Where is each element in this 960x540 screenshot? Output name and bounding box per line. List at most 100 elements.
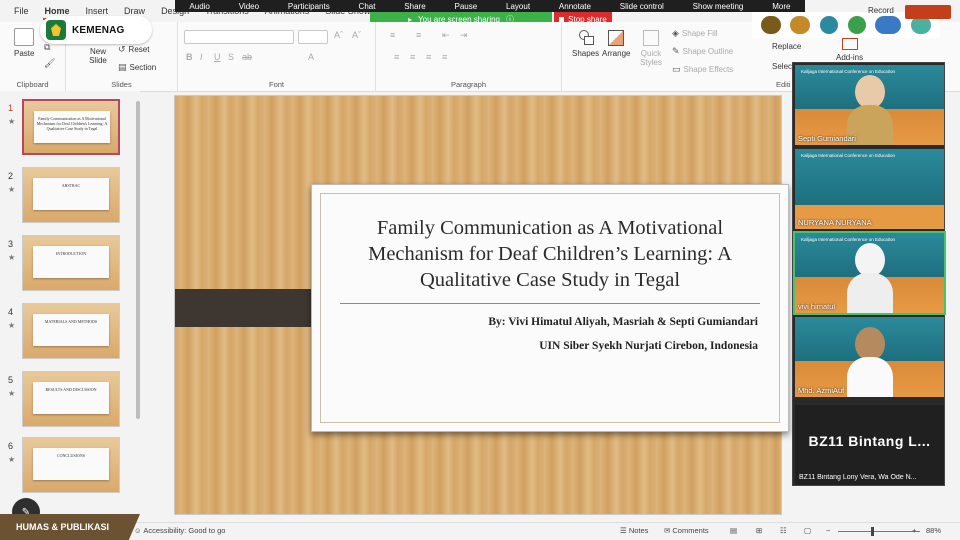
zoom-out-icon[interactable]: − <box>826 526 830 535</box>
section-button[interactable]: ▤ Section <box>118 62 156 73</box>
meeting-audio-button[interactable]: Audio <box>189 2 209 11</box>
participant-tile[interactable]: BZ11 Bintang L... BZ11 Bintang Lony Vera… <box>795 405 944 485</box>
copy-icon[interactable]: ⧉ <box>44 42 50 53</box>
decorative-bar-left <box>175 289 325 327</box>
select-button[interactable]: Select <box>772 62 794 71</box>
reading-view-icon[interactable]: ☷ <box>780 526 787 535</box>
shape-effects-button[interactable]: ▭ Shape Effects <box>672 64 733 75</box>
zoom-level[interactable]: 88% <box>926 526 941 535</box>
arrange-button[interactable]: Arrange <box>602 30 630 58</box>
shape-outline-button[interactable]: ✎ Shape Outline <box>672 46 733 57</box>
meeting-annotate-button[interactable]: Annotate <box>559 2 591 11</box>
participant-tile[interactable]: Mhd. AzmiAuf <box>795 317 944 397</box>
thumbnail-title: MATERIALS AND METHODS <box>33 314 109 346</box>
thumbnail-number: 3 <box>8 239 14 249</box>
decrease-indent-icon[interactable]: ⇤ <box>442 30 450 41</box>
strikethrough-icon[interactable]: ab <box>242 52 252 62</box>
thumbnail-row[interactable]: 2 ★ ABSTRAC <box>0 167 140 225</box>
shadow-icon[interactable]: S <box>228 52 234 62</box>
bold-icon[interactable]: B <box>186 52 193 62</box>
meeting-layout-button[interactable]: Layout <box>506 2 530 11</box>
quick-styles-icon <box>643 30 659 46</box>
slideshow-icon[interactable]: ▢ <box>804 526 811 535</box>
slide-canvas[interactable]: Family Communication as A Motivational M… <box>174 95 789 515</box>
numbering-icon[interactable]: ≡ <box>416 30 421 40</box>
meeting-share-button[interactable]: Share <box>404 2 425 11</box>
zoom-slider-thumb[interactable] <box>871 527 874 536</box>
participant-caption: BZ11 Bintang Lony Vera, Wa Ode N... <box>799 474 917 481</box>
decrease-font-icon[interactable]: Aˇ <box>352 30 361 40</box>
align-right-icon[interactable]: ≡ <box>426 52 431 62</box>
partner-logo-4 <box>847 16 866 34</box>
thumbnail-title: RESULTS AND DISCUSSION <box>33 382 109 414</box>
share-dropdown-button[interactable] <box>905 5 951 19</box>
participant-tile[interactable]: Kalijaga International Conference on Edu… <box>795 149 944 229</box>
replace-button[interactable]: Replace <box>772 42 801 51</box>
meeting-show-meeting-button[interactable]: Show meeting <box>693 2 744 11</box>
slide-thumbnail[interactable]: Family Communication as A Motivational M… <box>22 99 120 155</box>
normal-view-icon[interactable]: ▤ <box>730 526 737 535</box>
increase-indent-icon[interactable]: ⇥ <box>460 30 468 41</box>
notes-button[interactable]: ☰ Notes <box>620 526 648 535</box>
shape-fill-label: Shape Fill <box>681 29 718 38</box>
slide-sorter-icon[interactable]: ⊞ <box>756 526 762 535</box>
format-painter-icon[interactable]: 🖌 <box>44 58 55 69</box>
meeting-video-button[interactable]: Video <box>239 2 259 11</box>
slide-authors[interactable]: By: Vivi Himatul Aliyah, Masriah & Septi… <box>488 316 758 328</box>
participant-tile[interactable]: Kalijaga International Conference on Edu… <box>795 65 944 145</box>
thumbnail-scrollbar[interactable] <box>136 101 140 419</box>
kemenag-text: KEMENAG <box>72 24 125 36</box>
reset-button[interactable]: ↺ Reset <box>118 44 149 55</box>
slide-thumbnail[interactable]: ABSTRAC <box>22 167 120 223</box>
accessibility-status[interactable]: ☺ Accessibility: Good to go <box>134 526 225 535</box>
participant-tile-active[interactable]: Kalijaga International Conference on Edu… <box>793 231 946 315</box>
slide-thumbnail[interactable]: INTRODUCTION <box>22 235 120 291</box>
conference-banner: Kalijaga International Conference on Edu… <box>801 237 896 242</box>
increase-font-icon[interactable]: Aˆ <box>334 30 343 40</box>
accessibility-icon: ☺ <box>134 526 142 535</box>
zoom-slider[interactable] <box>838 531 920 532</box>
thumbnail-row[interactable]: 1 ★ Family Communication as A Motivation… <box>0 99 140 157</box>
zoom-in-icon[interactable]: + <box>912 526 916 535</box>
thumbnail-number: 2 <box>8 171 14 181</box>
shape-fill-button[interactable]: ◈ Shape Fill <box>672 28 718 39</box>
font-color-icon[interactable]: A <box>308 52 314 62</box>
comments-button[interactable]: ✉ Comments <box>664 526 709 535</box>
meeting-participants-button[interactable]: Participants <box>288 2 330 11</box>
title-divider <box>340 303 760 304</box>
record-button[interactable]: Record <box>868 6 894 15</box>
meeting-pause-button[interactable]: Pause <box>455 2 478 11</box>
participant-name: vivi himatul <box>798 302 836 311</box>
add-ins-button[interactable]: Add-ins <box>836 38 863 62</box>
tab-file[interactable]: File <box>6 0 37 20</box>
font-size-select[interactable] <box>298 30 328 44</box>
justify-icon[interactable]: ≡ <box>442 52 447 62</box>
align-left-icon[interactable]: ≡ <box>394 52 399 62</box>
meeting-chat-button[interactable]: Chat <box>359 2 376 11</box>
thumbnail-number: 6 <box>8 441 14 451</box>
bullets-icon[interactable]: ≡ <box>390 30 395 40</box>
thumbnail-row[interactable]: 6 ★ CONCLUSIONS <box>0 437 140 495</box>
underline-icon[interactable]: U <box>214 52 221 62</box>
thumbnail-row[interactable]: 5 ★ RESULTS AND DISCUSSION <box>0 371 140 429</box>
thumbnail-row[interactable]: 3 ★ INTRODUCTION <box>0 235 140 293</box>
shapes-button[interactable]: Shapes <box>572 30 599 58</box>
participant-display-name: BZ11 Bintang L... <box>808 433 931 449</box>
slide-thumbnail[interactable]: MATERIALS AND METHODS <box>22 303 120 359</box>
slide-thumbnail[interactable]: CONCLUSIONS <box>22 437 120 493</box>
participant-name: NURYANA NURYANA <box>798 218 872 227</box>
meeting-slide-control-button[interactable]: Slide control <box>620 2 664 11</box>
font-name-select[interactable] <box>184 30 294 44</box>
slide-institution[interactable]: UIN Siber Syekh Nurjati Cirebon, Indones… <box>539 340 758 352</box>
thumbnail-row[interactable]: 4 ★ MATERIALS AND METHODS <box>0 303 140 361</box>
quick-styles-button[interactable]: Quick Styles <box>638 30 664 67</box>
paste-button[interactable]: Paste <box>14 28 34 58</box>
align-center-icon[interactable]: ≡ <box>410 52 415 62</box>
meeting-more-button[interactable]: More <box>772 2 790 11</box>
slide-thumbnail[interactable]: RESULTS AND DISCUSSION <box>22 371 120 427</box>
italic-icon[interactable]: I <box>200 52 203 62</box>
star-icon: ★ <box>8 321 16 330</box>
slide-title[interactable]: Family Communication as A Motivational M… <box>312 215 788 293</box>
thumbnail-title: CONCLUSIONS <box>33 448 109 480</box>
star-icon: ★ <box>8 389 16 398</box>
